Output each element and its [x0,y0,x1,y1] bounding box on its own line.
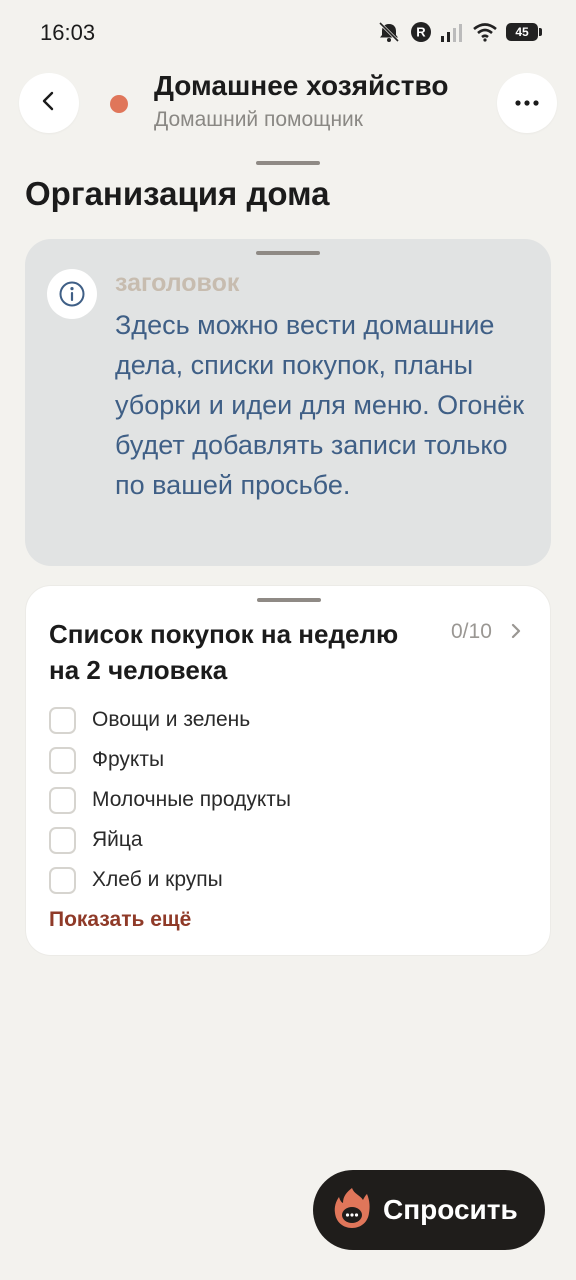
chevron-left-icon [39,90,59,117]
checklist: Овощи и зелень Фрукты Молочные продукты … [49,700,529,900]
info-card-label: заголовок [115,269,240,297]
item-checkbox[interactable] [49,746,76,774]
info-icon [47,269,97,319]
item-checkbox[interactable] [49,866,76,894]
more-options-button[interactable] [497,73,557,133]
back-button[interactable] [19,73,79,133]
list-item[interactable]: Яйца [49,820,529,860]
more-horizontal-icon [514,94,540,112]
info-card-text: Здесь можно вести домашние дела, списки … [115,310,525,500]
item-label: Яйца [92,828,143,851]
list-title: Список покупок на неделю на 2 человека [49,619,399,685]
wifi-icon [472,22,498,42]
chevron-right-icon[interactable] [510,622,522,645]
battery-icon: 45 [506,23,542,41]
item-label: Овощи и зелень [92,708,251,731]
info-card[interactable]: заголовок Здесь можно вести домашние дел… [25,239,551,566]
list-item[interactable]: Фрукты [49,740,529,780]
r-badge-icon: R [410,21,432,43]
ask-button[interactable]: Спросить [313,1170,545,1250]
list-item[interactable]: Овощи и зелень [49,700,529,740]
svg-text:R: R [416,25,426,40]
shopping-list-card[interactable]: Список покупок на неделю на 2 человека 0… [25,585,551,956]
drag-handle[interactable] [257,598,321,602]
item-checkbox[interactable] [49,786,76,814]
status-bar: 16:03 R 45 [0,0,576,64]
ask-button-label: Спросить [383,1194,518,1225]
list-item[interactable]: Хлеб и крупы [49,860,529,900]
section-title: Организация дома [25,175,330,212]
item-label: Фрукты [92,748,165,771]
show-more-link[interactable]: Показать ещё [49,908,191,932]
list-item[interactable]: Молочные продукты [49,780,529,820]
status-dot [110,95,128,113]
page-title: Домашнее хозяйство [154,70,449,101]
item-checkbox[interactable] [49,826,76,854]
status-time: 16:03 [40,20,96,45]
status-icons: R 45 [376,18,542,46]
item-checkbox[interactable] [49,706,76,734]
signal-icon [440,22,464,42]
item-label: Хлеб и крупы [92,868,223,891]
page-subtitle: Домашний помощник [154,108,363,131]
list-count: 0/10 [451,620,492,643]
drag-handle[interactable] [256,251,320,255]
item-label: Молочные продукты [92,788,291,811]
screen: 16:03 R 45 Домашнее хозяйство Домашний п… [0,0,576,1280]
flame-chat-icon [333,1186,371,1235]
mute-icon [376,21,402,43]
drag-handle[interactable] [256,161,320,165]
